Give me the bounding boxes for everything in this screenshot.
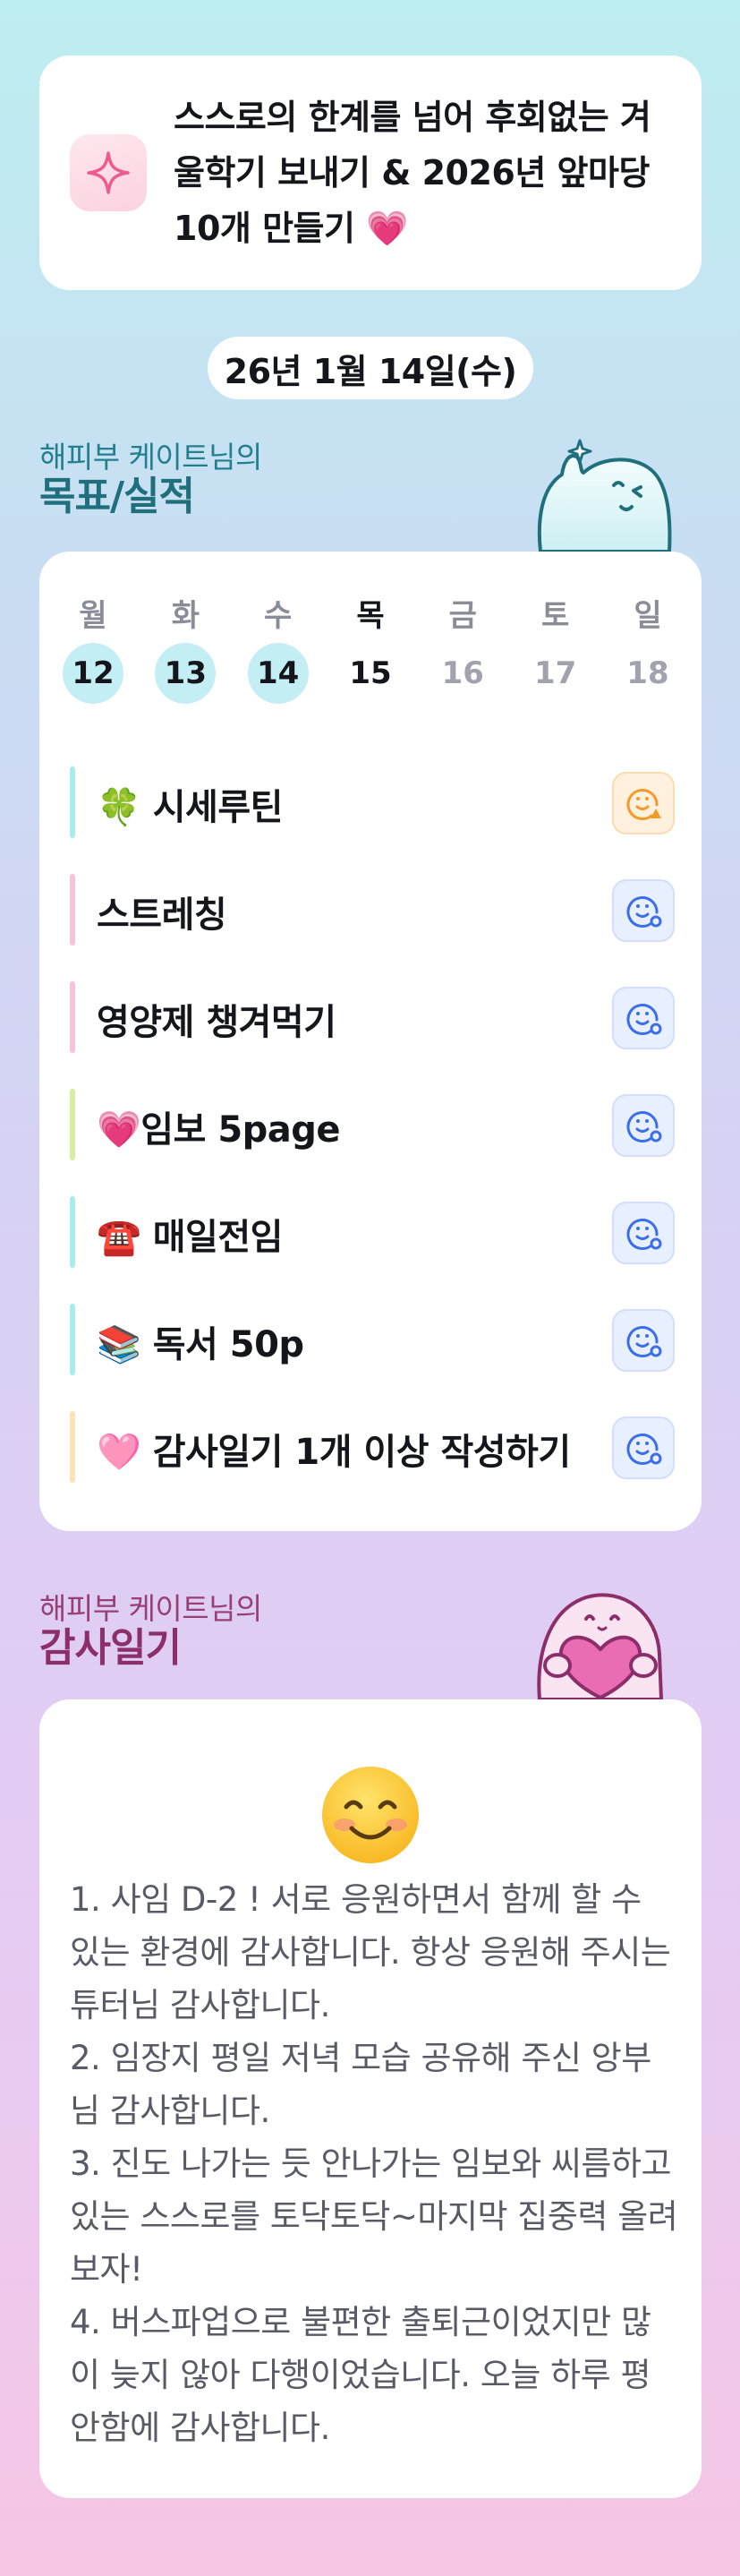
task-status-button[interactable] — [612, 987, 675, 1049]
goal-card: 스스로의 한계를 넘어 후회없는 겨울학기 보내기 & 2026년 앞마당 10… — [39, 56, 702, 290]
day-label: 수 — [264, 598, 293, 634]
task-color-bar — [70, 1089, 75, 1160]
task-label: 💗임보 5page — [97, 1109, 341, 1151]
day-label: 토 — [541, 598, 570, 634]
face-check-icon — [626, 1004, 662, 1035]
journal-text: 1. 사임 D-2 ! 서로 응원하면서 함께 할 수 있는 환경에 감사합니다… — [70, 1880, 678, 2447]
task-item[interactable]: 🍀 시세루틴 — [70, 750, 675, 858]
day-number: 12 — [63, 643, 123, 704]
day-label: 목 — [356, 598, 385, 634]
task-status-button[interactable] — [612, 1202, 675, 1264]
task-status-button[interactable] — [612, 1416, 675, 1479]
face-check-icon — [626, 1219, 662, 1250]
ghost-heart-mascot-icon — [523, 1583, 677, 1703]
task-item[interactable]: 영양제 챙겨먹기 — [70, 965, 675, 1073]
task-status-button[interactable] — [612, 1309, 675, 1372]
smiling-face-icon — [319, 1764, 421, 1870]
sparkle-icon — [70, 134, 147, 211]
task-color-bar — [70, 874, 75, 946]
task-color-bar — [70, 1304, 75, 1375]
day-sat[interactable]: 토 17 — [523, 596, 588, 704]
face-check-icon — [626, 1111, 662, 1143]
task-color-bar — [70, 1196, 75, 1268]
day-number: 18 — [626, 655, 669, 691]
routine-card: 월 12 화 13 수 14 목 15 금 16 토 17 일 18 🍀 시세루… — [39, 552, 702, 1531]
journal-section-title: 감사일기 — [39, 1625, 182, 1671]
task-label: 🍀 시세루틴 — [97, 787, 283, 828]
date-pill: 26년 1월 14일(수) — [208, 337, 533, 399]
task-color-bar — [70, 1411, 75, 1483]
journal-card: 1. 사임 D-2 ! 서로 응원하면서 함께 할 수 있는 환경에 감사합니다… — [39, 1699, 702, 2498]
day-fri[interactable]: 금 16 — [430, 596, 495, 704]
day-sun[interactable]: 일 18 — [616, 596, 680, 704]
task-label: ☎️ 매일전임 — [97, 1217, 283, 1258]
week-strip: 월 12 화 13 수 14 목 15 금 16 토 17 일 18 — [61, 596, 680, 704]
task-color-bar — [70, 981, 75, 1053]
day-wed[interactable]: 수 14 — [246, 596, 310, 704]
task-item[interactable]: 📚 독서 50p — [70, 1288, 675, 1395]
day-number: 17 — [533, 655, 577, 691]
task-status-button[interactable] — [612, 1094, 675, 1157]
day-label: 금 — [448, 598, 477, 634]
task-label: 스트레칭 — [97, 894, 227, 936]
task-color-bar — [70, 766, 75, 838]
face-check-icon — [626, 1326, 662, 1357]
face-check-icon — [626, 1433, 662, 1465]
day-tue[interactable]: 화 13 — [153, 596, 217, 704]
task-status-button[interactable] — [612, 879, 675, 942]
goals-section-title: 목표/실적 — [39, 474, 195, 519]
face-check-icon — [626, 896, 662, 928]
day-mon[interactable]: 월 12 — [61, 596, 125, 704]
task-item[interactable]: ☎️ 매일전임 — [70, 1180, 675, 1288]
goal-text: 스스로의 한계를 넘어 후회없는 겨울학기 보내기 & 2026년 앞마당 10… — [174, 98, 651, 248]
face-warning-icon — [626, 789, 661, 820]
day-number: 14 — [247, 643, 309, 704]
day-label: 월 — [79, 598, 107, 634]
day-label: 화 — [171, 598, 200, 634]
day-thu[interactable]: 목 15 — [338, 596, 403, 704]
task-item[interactable]: 스트레칭 — [70, 858, 675, 965]
task-list: 🍀 시세루틴 스트레칭 영양제 챙겨먹기 💗임보 5page ☎️ 매일전임 📚… — [70, 750, 675, 1502]
task-item[interactable]: 🩷 감사일기 1개 이상 작성하기 — [70, 1395, 675, 1502]
ghost-mascot-icon — [528, 432, 680, 555]
day-number: 13 — [155, 643, 217, 704]
task-label: 🩷 감사일기 1개 이상 작성하기 — [97, 1432, 571, 1473]
day-label: 일 — [634, 598, 662, 634]
task-label: 📚 독서 50p — [97, 1324, 304, 1365]
task-item[interactable]: 💗임보 5page — [70, 1073, 675, 1180]
day-number: 16 — [441, 655, 484, 691]
task-label: 영양제 챙겨먹기 — [97, 1002, 336, 1043]
day-number: 15 — [349, 655, 392, 691]
task-status-button[interactable] — [612, 772, 675, 834]
